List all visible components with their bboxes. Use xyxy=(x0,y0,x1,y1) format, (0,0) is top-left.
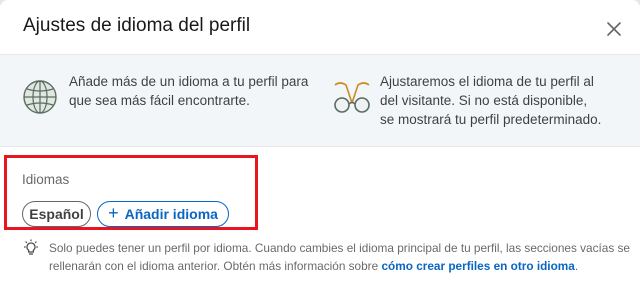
tip-text: Solo puedes tener un perfil por idioma. … xyxy=(49,239,639,275)
lightbulb-icon xyxy=(24,239,38,255)
info-visitor: Ajustaremos el idioma de tu perfil al de… xyxy=(332,55,632,146)
info-band: Añade más de un idioma a tu perfil para … xyxy=(0,55,640,147)
glasses-icon xyxy=(334,82,370,113)
languages-label: Idiomas xyxy=(22,172,70,187)
info-multilingual: Añade más de un idioma a tu perfil para … xyxy=(22,55,322,146)
add-language-label: Añadir idioma xyxy=(124,206,218,222)
info-visitor-text: Ajustaremos el idioma de tu perfil al de… xyxy=(380,74,602,127)
plus-icon: + xyxy=(108,203,119,223)
close-button[interactable] xyxy=(600,15,628,43)
dialog-title: Ajustes de idioma del perfil xyxy=(23,15,251,36)
dialog-header: Ajustes de idioma del perfil xyxy=(0,0,640,55)
language-pill-label: Español xyxy=(29,206,84,222)
language-pill-espanol[interactable]: Español xyxy=(22,201,91,227)
globe-icon xyxy=(23,80,57,114)
profile-language-dialog: Ajustes de idioma del perfil Añade más d… xyxy=(0,0,640,291)
info-multilingual-text: Añade más de un idioma a tu perfil para … xyxy=(69,74,309,108)
add-language-button[interactable]: + Añadir idioma xyxy=(97,201,229,227)
learn-more-link[interactable]: cómo crear perfiles en otro idioma xyxy=(381,259,574,273)
languages-section: Idiomas Español + Añadir idioma Solo pue… xyxy=(0,147,640,291)
tip-suffix: . xyxy=(574,259,579,273)
close-icon xyxy=(607,22,621,36)
